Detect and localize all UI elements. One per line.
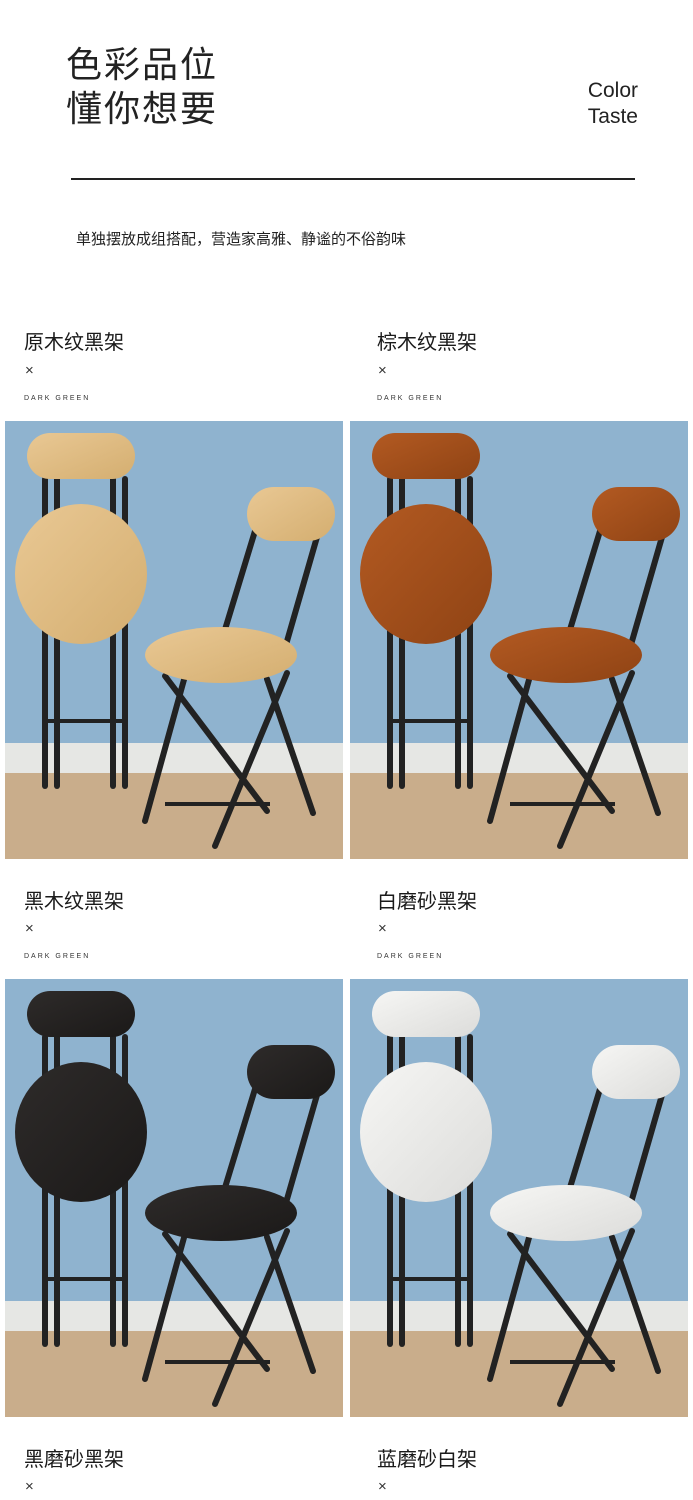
chair-illustration bbox=[5, 979, 343, 1417]
variant-label: 蓝磨砂白架 bbox=[377, 1447, 477, 1471]
chair-photo bbox=[5, 421, 343, 859]
chair-photo bbox=[350, 421, 688, 859]
chair-backrest bbox=[592, 487, 680, 541]
close-icon: × bbox=[25, 920, 34, 937]
hero-title: 色彩品位 懂你想要 bbox=[66, 44, 218, 132]
variant-label: 白磨砂黑架 bbox=[377, 889, 477, 913]
chair-photo bbox=[5, 979, 343, 1417]
chair-seat bbox=[490, 627, 642, 683]
variant-subtitle: DARK GREEN bbox=[377, 395, 444, 402]
variant-label: 黑磨砂黑架 bbox=[24, 1447, 124, 1471]
chair-backrest bbox=[27, 433, 135, 479]
chair-seat bbox=[490, 1185, 642, 1241]
close-icon: × bbox=[378, 362, 387, 379]
variant-subtitle: DARK GREEN bbox=[24, 395, 91, 402]
variant-subtitle: DARK GREEN bbox=[377, 953, 444, 960]
chair-backrest bbox=[592, 1045, 680, 1099]
chair-backrest bbox=[372, 991, 480, 1037]
chair-seat bbox=[360, 504, 492, 644]
chair-photo bbox=[350, 979, 688, 1417]
hero-title-line2: 懂你想要 bbox=[66, 89, 219, 130]
variant-label: 黑木纹黑架 bbox=[24, 889, 124, 913]
divider bbox=[71, 178, 635, 180]
hero-en-line2: Taste bbox=[587, 105, 638, 128]
variant-label: 原木纹黑架 bbox=[24, 330, 124, 354]
chair-backrest bbox=[247, 1045, 335, 1099]
chair-seat bbox=[145, 627, 297, 683]
subtitle: 单独摆放成组搭配，营造家高雅、静谧的不俗韵味 bbox=[76, 230, 407, 248]
close-icon: × bbox=[25, 362, 34, 379]
chair-illustration bbox=[5, 421, 343, 859]
chair-seat bbox=[145, 1185, 297, 1241]
close-icon: × bbox=[378, 920, 387, 937]
hero-en-line1: Color bbox=[587, 79, 638, 102]
chair-backrest bbox=[27, 991, 135, 1037]
hero-title-line1: 色彩品位 bbox=[66, 45, 219, 86]
chair-seat bbox=[360, 1062, 492, 1202]
hero-english-title: Color Taste bbox=[588, 78, 638, 130]
close-icon: × bbox=[378, 1478, 387, 1495]
chair-seat bbox=[15, 1062, 147, 1202]
chair-illustration bbox=[350, 421, 688, 859]
chair-illustration bbox=[350, 979, 688, 1417]
chair-backrest bbox=[372, 433, 480, 479]
variant-subtitle: DARK GREEN bbox=[24, 953, 91, 960]
close-icon: × bbox=[25, 1478, 34, 1495]
chair-backrest bbox=[247, 487, 335, 541]
variant-label: 棕木纹黑架 bbox=[377, 330, 477, 354]
chair-seat bbox=[15, 504, 147, 644]
